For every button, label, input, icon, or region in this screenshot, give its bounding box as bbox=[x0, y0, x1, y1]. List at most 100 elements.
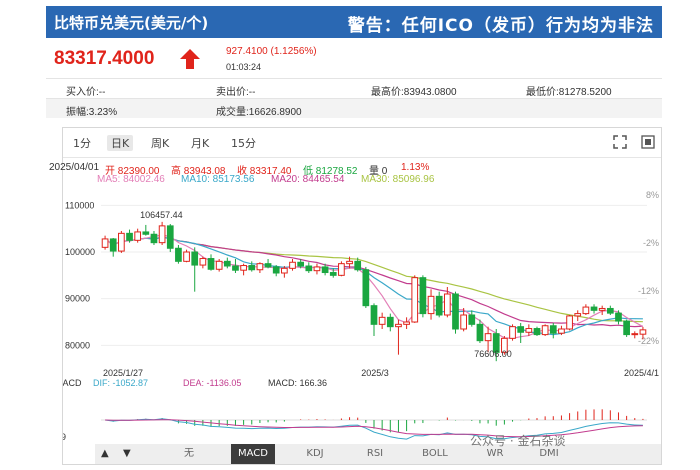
y-right-tick-label: 8% bbox=[646, 190, 659, 200]
indicator-rsi[interactable]: RSI bbox=[353, 444, 397, 464]
candle-body bbox=[272, 266, 280, 274]
watermark-text: 公众号 · 金石杂谈 bbox=[470, 434, 566, 448]
candle-body bbox=[395, 323, 402, 328]
scroll-right-arrow[interactable]: ▼ bbox=[123, 448, 131, 459]
candle-body bbox=[346, 260, 353, 265]
y-right-tick-label: -2% bbox=[643, 238, 659, 248]
price-annotation: 76606.00 bbox=[474, 349, 512, 359]
macd-dif: DIF: -1052.87 bbox=[93, 378, 148, 388]
candle-body bbox=[281, 267, 288, 274]
candle-body bbox=[256, 263, 264, 271]
macd-label: MACD bbox=[63, 378, 82, 388]
ico-warning: 警告：任何ICO（发币）行为均为非法 bbox=[347, 16, 654, 36]
candle-body bbox=[476, 323, 484, 342]
candle-body bbox=[574, 313, 582, 317]
macd-dea: DEA: -1136.05 bbox=[183, 378, 241, 388]
candle-body bbox=[558, 328, 565, 334]
indicator-boll[interactable]: BOLL bbox=[413, 444, 457, 464]
candle-body bbox=[215, 260, 223, 270]
price-annotation: 106457.44 bbox=[140, 210, 183, 220]
candle-body bbox=[427, 295, 435, 315]
candle-body bbox=[419, 277, 427, 315]
candle-body bbox=[484, 333, 492, 342]
candle-body bbox=[615, 312, 622, 322]
y-right-tick-label: -12% bbox=[638, 286, 659, 296]
candle-body bbox=[175, 247, 182, 262]
candle-body bbox=[321, 266, 329, 274]
info-row: 买入价:-- 卖出价:-- 最高价:83943.0800 最低价:81278.5… bbox=[46, 78, 662, 98]
candle-body bbox=[232, 265, 239, 271]
low-price: 最低价:81278.5200 bbox=[526, 87, 612, 98]
candle-body bbox=[338, 263, 345, 276]
candle-body bbox=[158, 225, 166, 244]
candle-body bbox=[509, 326, 516, 339]
candle-body bbox=[329, 272, 337, 276]
bid-price: 买入价:-- bbox=[66, 87, 106, 98]
candle-body bbox=[525, 328, 533, 333]
y-right-tick-label: -22% bbox=[638, 336, 659, 346]
candle-body bbox=[460, 314, 467, 330]
quote-header: 比特币兑美元(美元/个) 警告：任何ICO（发币）行为均为非法 bbox=[46, 6, 662, 38]
indicator-macd[interactable]: MACD bbox=[231, 444, 275, 464]
indicator-kdj[interactable]: KDJ bbox=[293, 444, 337, 464]
candle-body bbox=[101, 238, 109, 248]
candle-body bbox=[435, 295, 443, 316]
candle-body bbox=[386, 316, 394, 328]
amplitude: 振幅:3.23% bbox=[66, 107, 118, 118]
indicator-none[interactable]: 无 bbox=[167, 444, 211, 464]
candle-body bbox=[533, 328, 541, 336]
macd-y-bottom: -3519 bbox=[63, 432, 66, 442]
candle-body bbox=[240, 265, 247, 271]
candle-body bbox=[199, 258, 207, 266]
candle-body bbox=[598, 307, 606, 311]
x-tick-label: 2025/4/1 bbox=[624, 368, 659, 378]
candle-body bbox=[541, 325, 549, 336]
x-tick-label: 2025/3 bbox=[361, 368, 389, 378]
scroll-left-arrow[interactable]: ▲ bbox=[101, 448, 109, 459]
info-row: 振幅:3.23% 成交量:16626.8900 bbox=[46, 98, 662, 118]
candle-body bbox=[150, 233, 158, 244]
candle-body bbox=[305, 265, 313, 272]
candle-body bbox=[183, 251, 190, 262]
candle-body bbox=[606, 307, 614, 314]
ask-price: 卖出价:-- bbox=[216, 87, 256, 98]
candle-body bbox=[223, 260, 231, 267]
candle-body bbox=[443, 293, 451, 316]
candle-body bbox=[582, 306, 590, 315]
candle-body bbox=[207, 258, 215, 270]
candle-body bbox=[134, 231, 142, 241]
price-change: 927.4100 (1.1256%) bbox=[226, 46, 317, 57]
arrow-up-icon bbox=[180, 49, 200, 69]
y-tick-label: 80000 bbox=[65, 340, 90, 350]
candle-body bbox=[126, 232, 133, 241]
candle-body bbox=[370, 305, 378, 325]
candle-body bbox=[248, 265, 256, 271]
indicator-tabs: ▲ ▼ 无 MACD KDJ RSI BOLL WR DMI bbox=[95, 444, 661, 464]
candle-body bbox=[264, 263, 272, 268]
candle-body bbox=[362, 269, 370, 307]
price-row: 83317.4000 927.4100 (1.1256%) 01:03:24 bbox=[46, 40, 662, 76]
x-tick-label: 2025/1/27 bbox=[103, 368, 143, 378]
candle-body bbox=[631, 333, 639, 336]
candle-body bbox=[109, 238, 117, 252]
kline-panel: 1分 日K 周K 月K 15分 2025/04/01 开 82390.00 高 … bbox=[49, 127, 662, 465]
candle-body bbox=[452, 293, 459, 330]
instrument-title: 比特币兑美元(美元/个) bbox=[54, 14, 209, 32]
quote-info-table: 买入价:-- 卖出价:-- 最高价:83943.0800 最低价:81278.5… bbox=[46, 78, 662, 118]
y-tick-label: 110000 bbox=[65, 200, 94, 210]
candle-body bbox=[517, 326, 525, 333]
last-price: 83317.4000 bbox=[54, 48, 155, 69]
y-tick-label: 100000 bbox=[65, 247, 95, 257]
macd-value: MACD: 166.36 bbox=[268, 378, 327, 388]
candle-body bbox=[289, 261, 296, 269]
candle-body bbox=[142, 231, 150, 235]
candle-body bbox=[378, 316, 386, 325]
kline-chart[interactable]: 110000 100000 90000 80000 8% -2% -12% -22% 10645… bbox=[63, 128, 661, 464]
y-tick-label: 90000 bbox=[65, 294, 90, 304]
candle-body bbox=[468, 314, 476, 325]
high-price: 最高价:83943.0800 bbox=[371, 87, 457, 98]
candle-body bbox=[354, 260, 362, 271]
candle-body bbox=[118, 232, 125, 252]
volume: 成交量:16626.8900 bbox=[216, 107, 302, 118]
candle-body bbox=[623, 320, 630, 336]
